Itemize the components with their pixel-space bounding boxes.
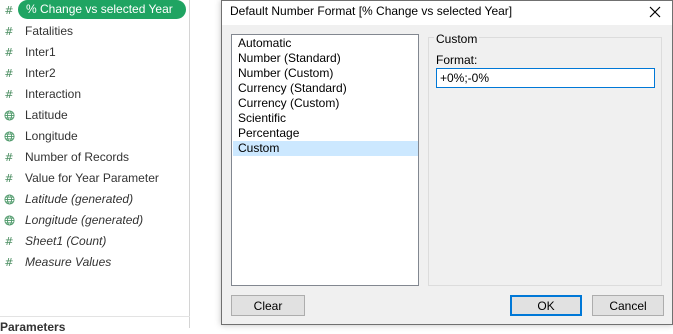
close-icon	[649, 6, 661, 18]
format-type-item[interactable]: Custom	[233, 141, 418, 156]
field-label: Number of Records	[25, 150, 130, 164]
globe-icon	[0, 126, 18, 147]
measure-hash-icon: #	[4, 172, 14, 185]
measure-hash-icon: #	[4, 46, 14, 59]
field-item[interactable]: Latitude	[0, 105, 189, 126]
custom-group-label: Custom	[434, 32, 480, 46]
field-label: Fatalities	[25, 24, 74, 38]
format-type-item[interactable]: Number (Standard)	[233, 51, 418, 66]
parameters-section-title: Parameters	[0, 320, 66, 334]
format-label: Format:	[436, 53, 478, 67]
dialog-title: Default Number Format [% Change vs selec…	[230, 4, 513, 18]
clear-button[interactable]: Clear	[231, 295, 305, 316]
field-item[interactable]: # Interaction	[0, 84, 189, 105]
format-type-item[interactable]: Automatic	[233, 36, 418, 51]
field-label: Sheet1 (Count)	[25, 234, 107, 248]
format-input[interactable]	[436, 68, 655, 88]
data-pane: # % Change vs selected Year # Fatalities # In…	[0, 0, 190, 334]
dialog-titlebar: Default Number Format [% Change vs selec…	[222, 1, 672, 25]
globe-icon	[0, 210, 18, 231]
field-label: Measure Values	[25, 255, 112, 269]
globe-icon	[0, 189, 18, 210]
format-type-item[interactable]: Number (Custom)	[233, 66, 418, 81]
field-item[interactable]: Longitude (generated)	[0, 210, 189, 231]
field-item[interactable]: Latitude (generated)	[0, 189, 189, 210]
measure-hash-icon: #	[4, 235, 14, 248]
measure-hash-icon: #	[4, 256, 14, 269]
field-label: % Change vs selected Year	[26, 2, 173, 16]
field-item[interactable]: Longitude	[0, 126, 189, 147]
measure-hash-icon: #	[4, 4, 14, 17]
field-item[interactable]: # Inter2	[0, 63, 189, 84]
field-item[interactable]: # % Change vs selected Year	[0, 0, 189, 21]
field-label: Longitude	[25, 129, 78, 143]
field-item[interactable]: # Inter1	[0, 42, 189, 63]
format-type-item[interactable]: Percentage	[233, 126, 418, 141]
field-label: Interaction	[25, 87, 82, 101]
field-label: Inter1	[25, 45, 56, 59]
measure-hash-icon: #	[4, 151, 14, 164]
field-label: Value for Year Parameter	[25, 171, 159, 185]
measure-hash-icon: #	[4, 67, 14, 80]
field-label: Latitude (generated)	[25, 192, 134, 206]
pane-divider	[0, 316, 190, 317]
globe-icon	[0, 105, 18, 126]
measure-hash-icon: #	[4, 88, 14, 101]
field-label: Inter2	[25, 66, 56, 80]
ok-button[interactable]: OK	[510, 295, 582, 316]
format-type-item[interactable]: Scientific	[233, 111, 418, 126]
default-number-format-dialog: Default Number Format [% Change vs selec…	[221, 0, 673, 325]
format-type-item[interactable]: Currency (Standard)	[233, 81, 418, 96]
field-item[interactable]: # Sheet1 (Count)	[0, 231, 189, 252]
measure-hash-icon: #	[4, 25, 14, 38]
field-item[interactable]: # Fatalities	[0, 21, 189, 42]
format-type-list[interactable]: Automatic Number (Standard) Number (Custom…	[231, 34, 419, 286]
field-label: Latitude	[25, 108, 68, 122]
field-label: Longitude (generated)	[25, 213, 144, 227]
field-item[interactable]: # Measure Values	[0, 252, 189, 273]
cancel-button[interactable]: Cancel	[592, 295, 664, 316]
field-item[interactable]: # Number of Records	[0, 147, 189, 168]
close-button[interactable]	[638, 1, 672, 23]
field-item[interactable]: # Value for Year Parameter	[0, 168, 189, 189]
format-type-item[interactable]: Currency (Custom)	[233, 96, 418, 111]
